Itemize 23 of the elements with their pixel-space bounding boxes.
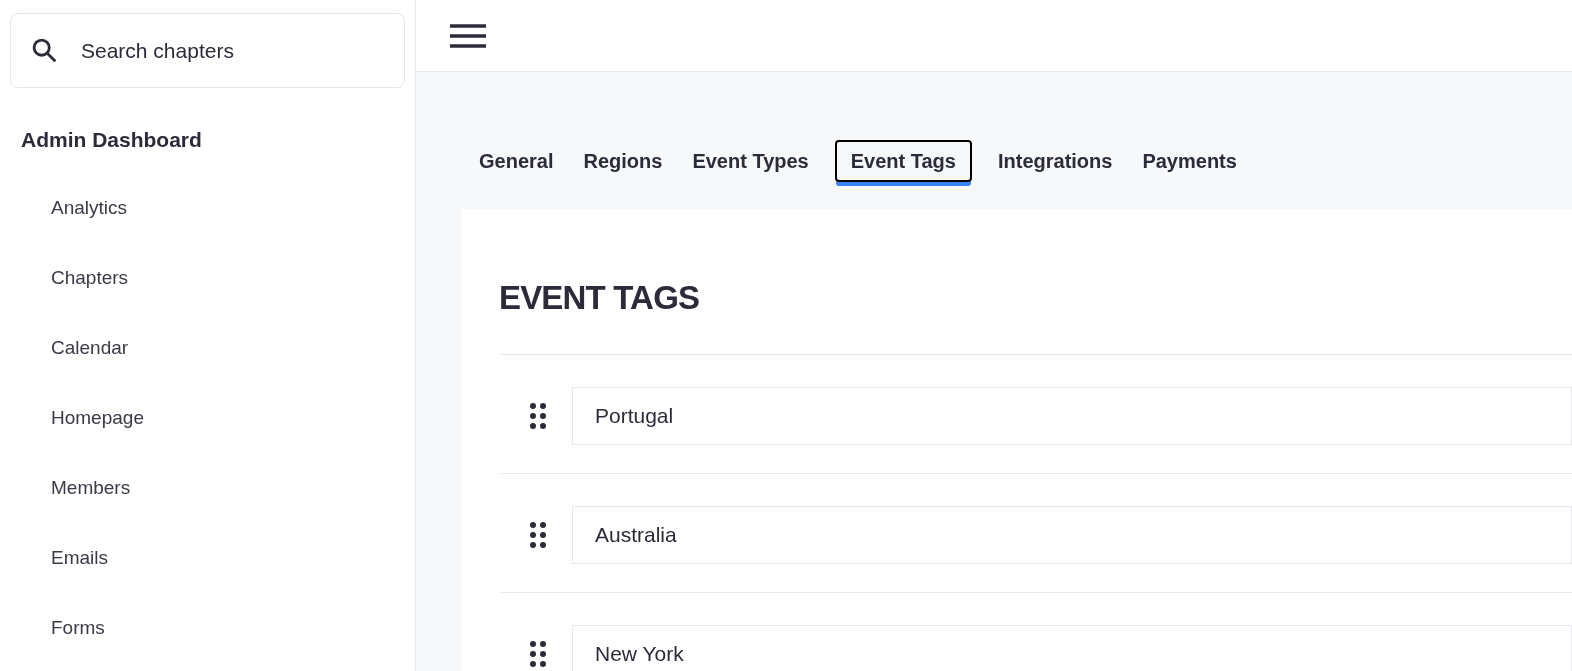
- sidebar-item[interactable]: Chapters: [0, 243, 415, 314]
- search-field[interactable]: Search chapters: [10, 13, 405, 88]
- section-title: EVENT TAGS: [499, 281, 701, 314]
- drag-handle-icon[interactable]: [530, 640, 546, 667]
- drag-handle-icon[interactable]: [530, 521, 546, 548]
- tab[interactable]: Integrations: [995, 139, 1115, 182]
- sidebar-heading: Admin Dashboard: [21, 127, 203, 153]
- tab[interactable]: Regions: [581, 139, 665, 182]
- tag-input-field[interactable]: Australia: [572, 505, 1572, 564]
- search-icon: [30, 36, 58, 64]
- tab[interactable]: Event Types: [690, 139, 811, 182]
- tab[interactable]: Payments: [1140, 139, 1239, 182]
- tag-input-field[interactable]: Portugal: [572, 386, 1572, 445]
- sidebar-item[interactable]: Forms: [0, 593, 415, 664]
- sidebar-item[interactable]: Homepage: [0, 383, 415, 454]
- sidebar-item[interactable]: Emails: [0, 523, 415, 594]
- drag-handle-icon[interactable]: [530, 402, 546, 429]
- sidebar-item[interactable]: Calendar: [0, 313, 415, 384]
- sidebar-item[interactable]: Members: [0, 453, 415, 524]
- tab[interactable]: General: [477, 139, 556, 182]
- sidebar-item[interactable]: Analytics: [0, 173, 415, 244]
- tag-input-field[interactable]: New York: [572, 624, 1572, 671]
- menu-icon[interactable]: [450, 22, 486, 49]
